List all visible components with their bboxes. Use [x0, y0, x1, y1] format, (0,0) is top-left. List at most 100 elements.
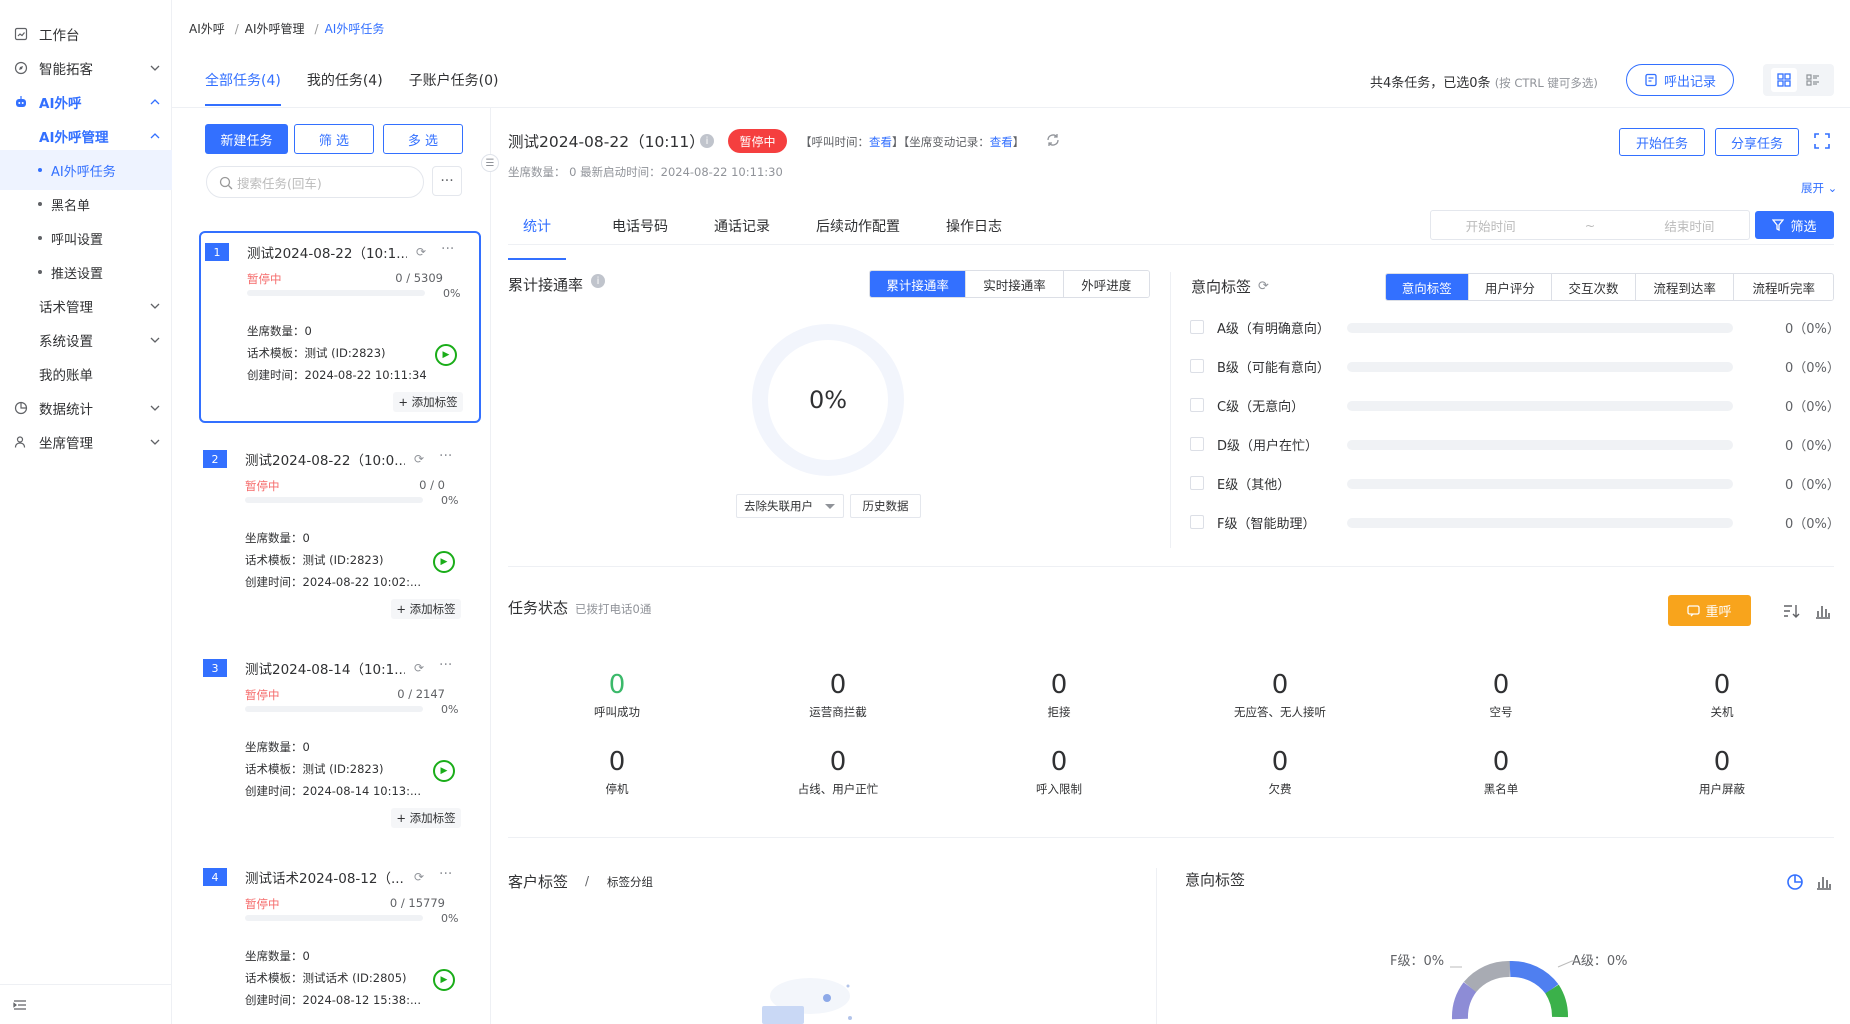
chart-pie-icon: [14, 401, 28, 415]
stat-label: 占线、用户正忙: [797, 782, 879, 796]
segment-call-progress[interactable]: 外呼进度: [1063, 271, 1149, 297]
grid-view-icon[interactable]: [1770, 68, 1797, 92]
refresh-icon[interactable]: ⟳: [416, 245, 426, 259]
more-icon[interactable]: ···: [439, 866, 452, 882]
task-search-input[interactable]: 搜索任务(回车): [206, 166, 424, 198]
stat-value: 0: [1050, 747, 1068, 777]
dashboard-icon: [14, 27, 28, 41]
menu-collapse-icon[interactable]: [13, 998, 27, 1012]
task-card[interactable]: 3 测试2024-08-14（10:1... ⟳ ··· 暂停中 0 / 214…: [199, 649, 481, 841]
close-bracket: 】: [1012, 135, 1025, 149]
fullscreen-icon[interactable]: [1813, 132, 1831, 150]
info-icon[interactable]: i: [591, 274, 605, 288]
refresh-icon[interactable]: ⟳: [414, 661, 424, 675]
bullet-icon: [38, 236, 42, 240]
sync-icon[interactable]: [1045, 132, 1061, 148]
more-icon[interactable]: ···: [439, 448, 452, 464]
tab-my-tasks[interactable]: 我的任务(4): [307, 70, 383, 106]
list-view-icon[interactable]: [1800, 68, 1826, 92]
intent-value: 0（0%）: [1785, 439, 1840, 454]
stat-arrears: 0 欠费: [1220, 747, 1340, 797]
play-icon[interactable]: ▶: [435, 344, 457, 366]
stat-blacklist: 0 黑名单: [1441, 747, 1561, 797]
breadcrumb: AI外呼 / AI外呼管理 / AI外呼任务: [189, 20, 388, 37]
collapse-list-icon[interactable]: ☰: [481, 154, 499, 172]
task-card[interactable]: 4 测试话术2024-08-12（... ⟳ ··· 暂停中 0 / 15779…: [199, 858, 481, 1024]
call-time-view-link[interactable]: 查看: [869, 135, 892, 149]
bar-chart-icon[interactable]: [1815, 873, 1833, 891]
intent-checkbox[interactable]: [1190, 320, 1204, 334]
history-data-button[interactable]: 历史数据: [850, 494, 921, 518]
start-task-button[interactable]: 开始任务: [1619, 128, 1705, 156]
new-task-button[interactable]: 新建任务: [205, 124, 288, 154]
add-tag-button[interactable]: + 添加标签: [391, 808, 461, 828]
more-icon[interactable]: ···: [439, 657, 452, 673]
intent-value: 0（0%）: [1785, 322, 1840, 337]
info-icon[interactable]: i: [700, 134, 714, 148]
call-records-button[interactable]: 呼出记录: [1626, 64, 1734, 96]
bar-chart-icon[interactable]: [1814, 602, 1832, 620]
refresh-icon[interactable]: ⟳: [1258, 279, 1269, 294]
date-range-picker[interactable]: 开始时间 ~ 结束时间: [1430, 210, 1750, 240]
date-filter-button[interactable]: 筛选: [1755, 211, 1834, 239]
expand-label: 展开: [1801, 181, 1824, 195]
task-progress-percent: 0%: [443, 287, 461, 300]
filter-button[interactable]: 筛 选: [294, 124, 374, 154]
multi-select-button[interactable]: 多 选: [383, 124, 463, 154]
add-tag-button[interactable]: + 添加标签: [391, 599, 461, 619]
sort-icon[interactable]: [1782, 602, 1800, 620]
refresh-icon[interactable]: ⟳: [414, 452, 424, 466]
panel-divider: [490, 107, 491, 1024]
redial-button[interactable]: 重呼: [1668, 595, 1751, 626]
intent-checkbox[interactable]: [1190, 359, 1204, 373]
segment-interaction-count[interactable]: 交互次数: [1552, 274, 1636, 300]
stat-label: 呼入限制: [1036, 782, 1082, 796]
stat-suspended: 0 停机: [557, 747, 677, 797]
sidebar-item-agents[interactable]: 坐席管理: [0, 422, 172, 462]
segment-intent-tags[interactable]: 意向标签: [1386, 274, 1469, 300]
tab-sub-account-tasks[interactable]: 子账户任务(0): [409, 70, 499, 106]
intent-checkbox[interactable]: [1190, 515, 1204, 529]
task-seats: 坐席数量：0: [247, 324, 312, 338]
intent-checkbox[interactable]: [1190, 437, 1204, 451]
play-icon[interactable]: ▶: [433, 969, 455, 991]
task-card[interactable]: 1 测试2024-08-22（10:1... ⟳ ··· 暂停中 0 / 530…: [199, 231, 481, 423]
share-task-button[interactable]: 分享任务: [1715, 128, 1799, 156]
intent-progress-bar: [1347, 440, 1733, 450]
exclude-lost-users-select[interactable]: 去除失联用户: [736, 494, 844, 518]
call-time-label: 【呼叫时间：: [800, 135, 869, 149]
breadcrumb-separator: /: [314, 22, 319, 36]
intent-checkbox[interactable]: [1190, 398, 1204, 412]
breadcrumb-item[interactable]: AI外呼管理: [245, 22, 305, 36]
more-icon[interactable]: ···: [441, 241, 454, 257]
stat-value: 0: [829, 747, 847, 777]
segment-flow-listen-rate[interactable]: 流程听完率: [1734, 274, 1833, 300]
task-card[interactable]: 2 测试2024-08-22（10:0... ⟳ ··· 暂停中 0 / 0 0…: [199, 440, 481, 632]
intent-progress-bar: [1347, 401, 1733, 411]
breadcrumb-item[interactable]: AI外呼: [189, 22, 225, 36]
tag-group-link[interactable]: 标签分组: [607, 874, 653, 890]
date-separator: ~: [1584, 217, 1596, 233]
expand-toggle[interactable]: 展开 ⌄: [1801, 180, 1837, 196]
tab-all-tasks[interactable]: 全部任务(4): [205, 70, 281, 106]
segment-user-score[interactable]: 用户评分: [1468, 274, 1553, 300]
intent-checkbox[interactable]: [1190, 476, 1204, 490]
task-progress-bar: [245, 706, 423, 712]
add-tag-button[interactable]: + 添加标签: [393, 392, 463, 412]
task-template: 话术模板：测试 (ID:2823): [245, 762, 384, 776]
segment-realtime-rate[interactable]: 实时接通率: [966, 271, 1064, 297]
intent-tags-title: 意向标签: [1191, 278, 1252, 296]
seat-change-view-link[interactable]: 查看: [990, 135, 1013, 149]
refresh-icon[interactable]: ⟳: [414, 870, 424, 884]
task-seats: 坐席数量：0: [245, 740, 310, 754]
more-options-button[interactable]: ···: [432, 166, 462, 196]
segment-cumulative-rate[interactable]: 累计接通率: [870, 271, 967, 297]
play-icon[interactable]: ▶: [433, 551, 455, 573]
stat-value: 0: [608, 670, 626, 700]
segment-flow-reach-rate[interactable]: 流程到达率: [1635, 274, 1735, 300]
pie-chart-icon[interactable]: [1786, 873, 1804, 891]
stat-value: 0: [1713, 747, 1731, 777]
play-icon[interactable]: ▶: [433, 760, 455, 782]
selection-info: 共4条任务，已选0条 (按 CTRL 键可多选): [1370, 72, 1598, 91]
intent-tags-segment: 意向标签 用户评分 交互次数 流程到达率 流程听完率: [1385, 273, 1834, 301]
